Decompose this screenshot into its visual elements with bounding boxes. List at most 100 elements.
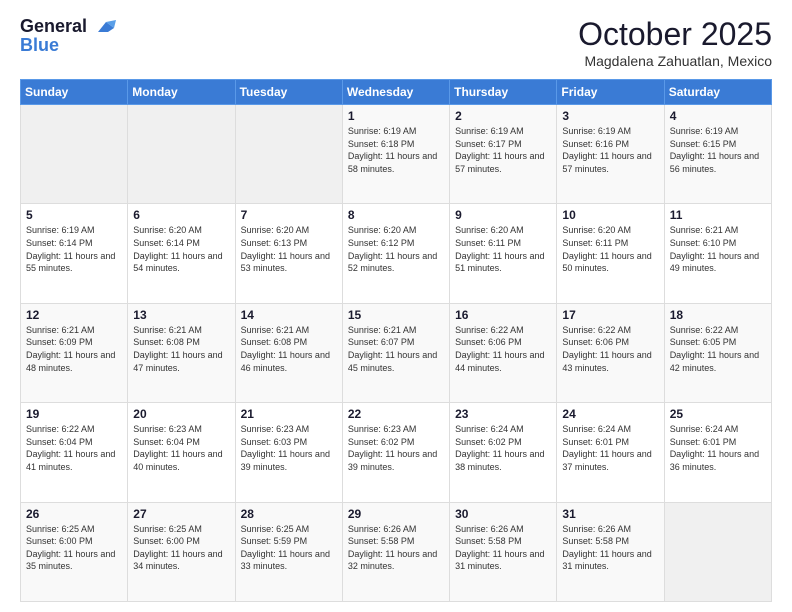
calendar-cell-w2-d3: 8 Sunrise: 6:20 AM Sunset: 6:12 PM Daylig… bbox=[342, 204, 449, 303]
day-info: Sunrise: 6:24 AM Sunset: 6:01 PM Dayligh… bbox=[562, 423, 658, 473]
calendar-cell-w4-d2: 21Sunrise: 6:23 AM Sunset: 6:03 PM Dayli… bbox=[235, 403, 342, 502]
day-number: 25 bbox=[670, 407, 766, 421]
calendar-cell-w2-d4: 9Sunrise: 6:20 AM Sunset: 6:11 PM Daylig… bbox=[450, 204, 557, 303]
day-number: 20 bbox=[133, 407, 229, 421]
logo: General Blue bbox=[20, 16, 116, 56]
day-info: Sunrise: 6:20 AM Sunset: 6:14 PM Dayligh… bbox=[133, 224, 229, 274]
header: General Blue October 2025 Magdalena Zahu… bbox=[20, 16, 772, 69]
day-info: Sunrise: 6:21 AM Sunset: 6:10 PM Dayligh… bbox=[670, 224, 766, 274]
day-number: 29 bbox=[348, 507, 444, 521]
header-sunday: Sunday bbox=[21, 80, 128, 105]
calendar-cell-w1-d3: 1 Sunrise: 6:19 AM Sunset: 6:18 PM Daylig… bbox=[342, 105, 449, 204]
calendar-cell-w4-d4: 23 Sunrise: 6:24 AM Sunset: 6:02 PM Dayli… bbox=[450, 403, 557, 502]
day-info: Sunrise: 6:19 AM Sunset: 6:15 PM Dayligh… bbox=[670, 125, 766, 175]
day-info: Sunrise: 6:20 AM Sunset: 6:12 PM Dayligh… bbox=[348, 224, 444, 274]
calendar-cell-w3-d3: 15 Sunrise: 6:21 AM Sunset: 6:07 PM Dayli… bbox=[342, 303, 449, 402]
calendar-cell-w2-d1: 6 Sunrise: 6:20 AM Sunset: 6:14 PM Daylig… bbox=[128, 204, 235, 303]
logo-bird-icon bbox=[94, 18, 116, 36]
calendar-cell-w5-d5: 31Sunrise: 6:26 AM Sunset: 5:58 PM Dayli… bbox=[557, 502, 664, 601]
day-info: Sunrise: 6:26 AM Sunset: 5:58 PM Dayligh… bbox=[348, 523, 444, 573]
calendar-week-5: 26 Sunrise: 6:25 AM Sunset: 6:00 PM Dayli… bbox=[21, 502, 772, 601]
calendar-cell-w3-d5: 17 Sunrise: 6:22 AM Sunset: 6:06 PM Dayli… bbox=[557, 303, 664, 402]
day-info: Sunrise: 6:21 AM Sunset: 6:08 PM Dayligh… bbox=[241, 324, 337, 374]
calendar-cell-w2-d5: 10 Sunrise: 6:20 AM Sunset: 6:11 PM Dayli… bbox=[557, 204, 664, 303]
calendar-cell-w5-d6 bbox=[664, 502, 771, 601]
day-info: Sunrise: 6:21 AM Sunset: 6:09 PM Dayligh… bbox=[26, 324, 122, 374]
day-info: Sunrise: 6:24 AM Sunset: 6:02 PM Dayligh… bbox=[455, 423, 551, 473]
header-thursday: Thursday bbox=[450, 80, 557, 105]
day-info: Sunrise: 6:20 AM Sunset: 6:13 PM Dayligh… bbox=[241, 224, 337, 274]
calendar-cell-w5-d2: 28 Sunrise: 6:25 AM Sunset: 5:59 PM Dayli… bbox=[235, 502, 342, 601]
calendar-cell-w4-d0: 19Sunrise: 6:22 AM Sunset: 6:04 PM Dayli… bbox=[21, 403, 128, 502]
calendar-cell-w1-d2 bbox=[235, 105, 342, 204]
weekday-header-row: Sunday Monday Tuesday Wednesday Thursday… bbox=[21, 80, 772, 105]
calendar-cell-w1-d6: 4Sunrise: 6:19 AM Sunset: 6:15 PM Daylig… bbox=[664, 105, 771, 204]
month-title: October 2025 bbox=[578, 16, 772, 53]
calendar-cell-w1-d0 bbox=[21, 105, 128, 204]
calendar-week-3: 12 Sunrise: 6:21 AM Sunset: 6:09 PM Dayli… bbox=[21, 303, 772, 402]
day-number: 30 bbox=[455, 507, 551, 521]
header-tuesday: Tuesday bbox=[235, 80, 342, 105]
calendar-cell-w1-d5: 3Sunrise: 6:19 AM Sunset: 6:16 PM Daylig… bbox=[557, 105, 664, 204]
calendar-cell-w5-d3: 29 Sunrise: 6:26 AM Sunset: 5:58 PM Dayli… bbox=[342, 502, 449, 601]
day-info: Sunrise: 6:22 AM Sunset: 6:06 PM Dayligh… bbox=[455, 324, 551, 374]
day-info: Sunrise: 6:20 AM Sunset: 6:11 PM Dayligh… bbox=[562, 224, 658, 274]
day-info: Sunrise: 6:21 AM Sunset: 6:08 PM Dayligh… bbox=[133, 324, 229, 374]
day-number: 27 bbox=[133, 507, 229, 521]
day-number: 15 bbox=[348, 308, 444, 322]
day-number: 5 bbox=[26, 208, 122, 222]
day-number: 24 bbox=[562, 407, 658, 421]
day-number: 1 bbox=[348, 109, 444, 123]
day-info: Sunrise: 6:22 AM Sunset: 6:05 PM Dayligh… bbox=[670, 324, 766, 374]
calendar-cell-w1-d4: 2 Sunrise: 6:19 AM Sunset: 6:17 PM Daylig… bbox=[450, 105, 557, 204]
day-info: Sunrise: 6:21 AM Sunset: 6:07 PM Dayligh… bbox=[348, 324, 444, 374]
day-info: Sunrise: 6:23 AM Sunset: 6:02 PM Dayligh… bbox=[348, 423, 444, 473]
day-number: 16 bbox=[455, 308, 551, 322]
header-saturday: Saturday bbox=[664, 80, 771, 105]
day-number: 6 bbox=[133, 208, 229, 222]
header-monday: Monday bbox=[128, 80, 235, 105]
calendar-cell-w1-d1 bbox=[128, 105, 235, 204]
calendar-table: Sunday Monday Tuesday Wednesday Thursday… bbox=[20, 79, 772, 602]
day-info: Sunrise: 6:25 AM Sunset: 5:59 PM Dayligh… bbox=[241, 523, 337, 573]
calendar-cell-w4-d3: 22 Sunrise: 6:23 AM Sunset: 6:02 PM Dayli… bbox=[342, 403, 449, 502]
calendar-cell-w3-d6: 18Sunrise: 6:22 AM Sunset: 6:05 PM Dayli… bbox=[664, 303, 771, 402]
location: Magdalena Zahuatlan, Mexico bbox=[578, 53, 772, 69]
day-number: 28 bbox=[241, 507, 337, 521]
day-info: Sunrise: 6:22 AM Sunset: 6:06 PM Dayligh… bbox=[562, 324, 658, 374]
calendar-week-1: 1 Sunrise: 6:19 AM Sunset: 6:18 PM Daylig… bbox=[21, 105, 772, 204]
day-number: 3 bbox=[562, 109, 658, 123]
day-info: Sunrise: 6:19 AM Sunset: 6:18 PM Dayligh… bbox=[348, 125, 444, 175]
calendar-cell-w3-d2: 14 Sunrise: 6:21 AM Sunset: 6:08 PM Dayli… bbox=[235, 303, 342, 402]
day-number: 23 bbox=[455, 407, 551, 421]
day-info: Sunrise: 6:22 AM Sunset: 6:04 PM Dayligh… bbox=[26, 423, 122, 473]
calendar-cell-w4-d5: 24 Sunrise: 6:24 AM Sunset: 6:01 PM Dayli… bbox=[557, 403, 664, 502]
calendar-cell-w3-d0: 12 Sunrise: 6:21 AM Sunset: 6:09 PM Dayli… bbox=[21, 303, 128, 402]
day-info: Sunrise: 6:19 AM Sunset: 6:14 PM Dayligh… bbox=[26, 224, 122, 274]
calendar-cell-w2-d6: 11Sunrise: 6:21 AM Sunset: 6:10 PM Dayli… bbox=[664, 204, 771, 303]
day-info: Sunrise: 6:19 AM Sunset: 6:17 PM Dayligh… bbox=[455, 125, 551, 175]
header-friday: Friday bbox=[557, 80, 664, 105]
day-info: Sunrise: 6:25 AM Sunset: 6:00 PM Dayligh… bbox=[133, 523, 229, 573]
day-number: 12 bbox=[26, 308, 122, 322]
title-section: October 2025 Magdalena Zahuatlan, Mexico bbox=[578, 16, 772, 69]
day-number: 10 bbox=[562, 208, 658, 222]
day-number: 14 bbox=[241, 308, 337, 322]
day-number: 22 bbox=[348, 407, 444, 421]
header-wednesday: Wednesday bbox=[342, 80, 449, 105]
day-number: 2 bbox=[455, 109, 551, 123]
day-info: Sunrise: 6:23 AM Sunset: 6:04 PM Dayligh… bbox=[133, 423, 229, 473]
day-info: Sunrise: 6:26 AM Sunset: 5:58 PM Dayligh… bbox=[562, 523, 658, 573]
calendar-cell-w2-d2: 7 Sunrise: 6:20 AM Sunset: 6:13 PM Daylig… bbox=[235, 204, 342, 303]
calendar-cell-w5-d1: 27 Sunrise: 6:25 AM Sunset: 6:00 PM Dayli… bbox=[128, 502, 235, 601]
page: General Blue October 2025 Magdalena Zahu… bbox=[0, 0, 792, 612]
logo-general: General bbox=[20, 16, 87, 36]
day-number: 17 bbox=[562, 308, 658, 322]
day-info: Sunrise: 6:23 AM Sunset: 6:03 PM Dayligh… bbox=[241, 423, 337, 473]
calendar-cell-w2-d0: 5 Sunrise: 6:19 AM Sunset: 6:14 PM Daylig… bbox=[21, 204, 128, 303]
day-number: 26 bbox=[26, 507, 122, 521]
calendar-week-4: 19Sunrise: 6:22 AM Sunset: 6:04 PM Dayli… bbox=[21, 403, 772, 502]
day-number: 8 bbox=[348, 208, 444, 222]
calendar-cell-w4-d6: 25Sunrise: 6:24 AM Sunset: 6:01 PM Dayli… bbox=[664, 403, 771, 502]
day-number: 7 bbox=[241, 208, 337, 222]
